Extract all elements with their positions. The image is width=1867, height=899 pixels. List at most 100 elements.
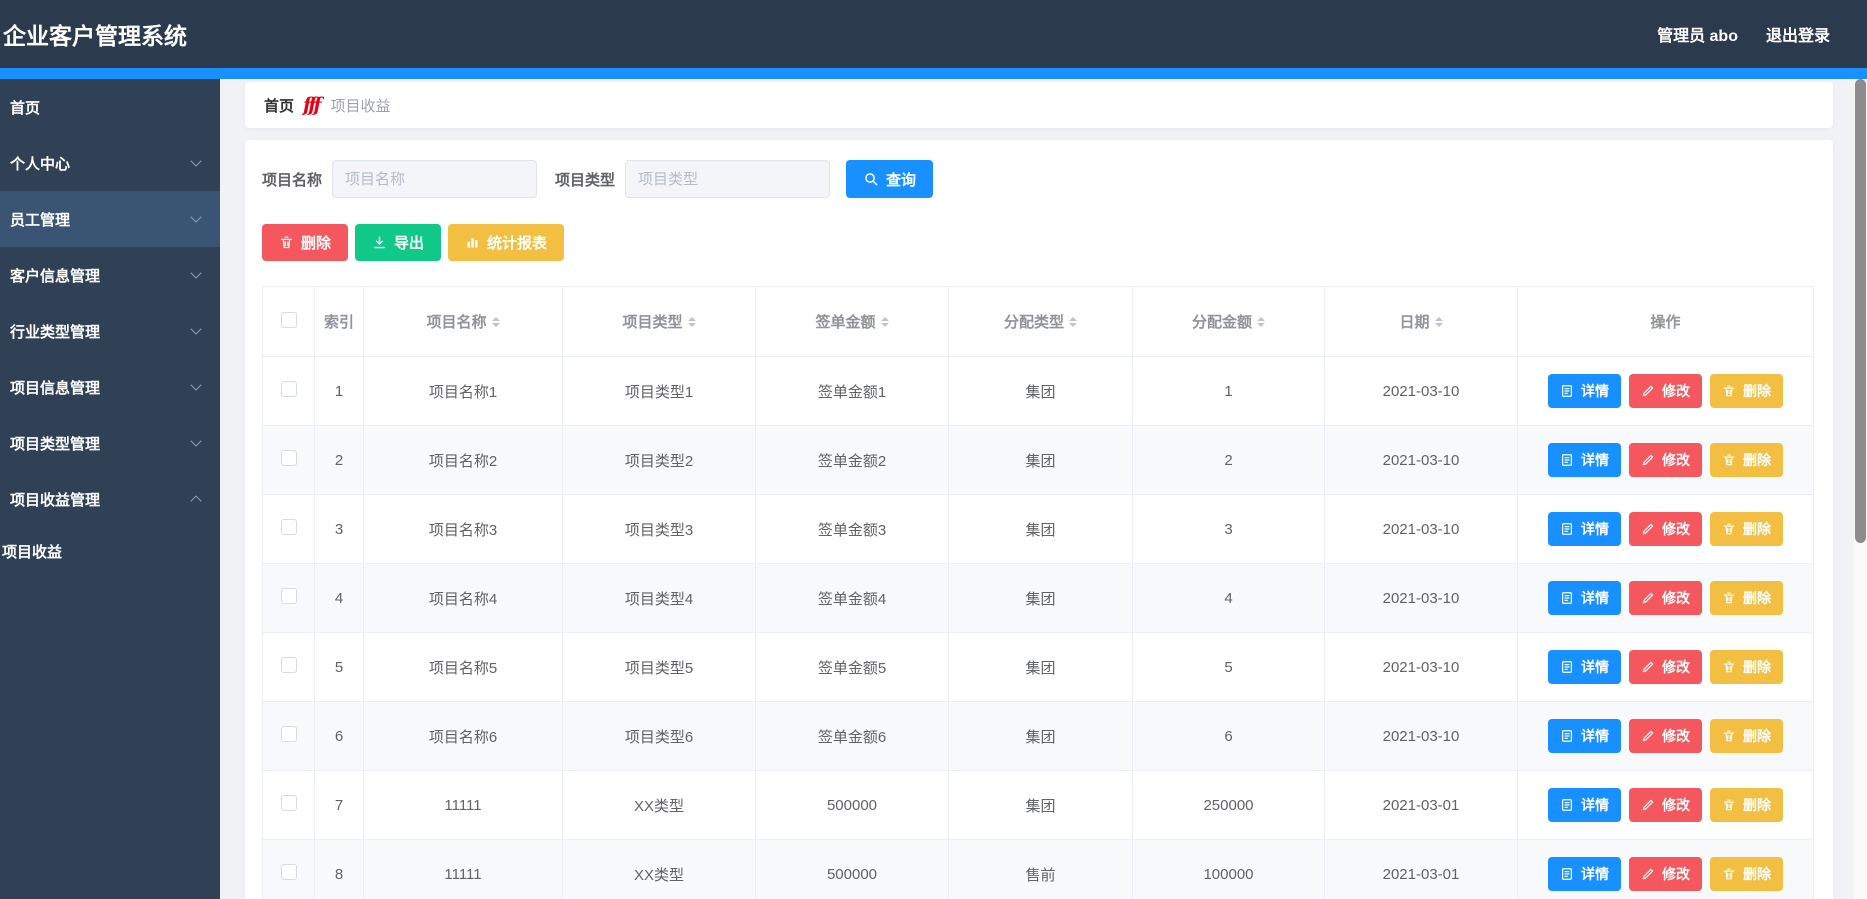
delete-row-button[interactable]: 删除 bbox=[1710, 719, 1783, 753]
edit-button-label: 修改 bbox=[1662, 728, 1690, 744]
delete-row-button-label: 删除 bbox=[1743, 728, 1771, 744]
delete-row-button[interactable]: 删除 bbox=[1710, 788, 1783, 822]
edit-button[interactable]: 修改 bbox=[1629, 374, 1702, 408]
sort-icon[interactable] bbox=[880, 313, 889, 331]
delete-button[interactable]: 删除 bbox=[262, 224, 349, 261]
delete-row-button[interactable]: 删除 bbox=[1710, 443, 1783, 477]
edit-button[interactable]: 修改 bbox=[1629, 443, 1702, 477]
row-checkbox[interactable] bbox=[280, 657, 297, 673]
row-checkbox[interactable] bbox=[280, 381, 297, 397]
app-title: 企业客户管理系统 bbox=[3, 23, 187, 49]
edit-button[interactable]: 修改 bbox=[1629, 857, 1702, 891]
cell-alloc-amount: 100000 bbox=[1132, 839, 1325, 899]
cell-sign-amount: 签单金额2 bbox=[755, 425, 949, 495]
breadcrumb: 首页 fff 项目收益 bbox=[245, 82, 1833, 128]
chevron-down-icon bbox=[190, 211, 202, 223]
delete-row-button[interactable]: 删除 bbox=[1710, 581, 1783, 615]
cell-alloc-type: 集团 bbox=[948, 563, 1133, 633]
row-checkbox-cell bbox=[262, 701, 315, 771]
sort-icon[interactable] bbox=[1434, 313, 1443, 331]
sidebar-item-label: 行业类型管理 bbox=[10, 323, 101, 341]
sidebar-subitem-label: 项目收益 bbox=[2, 543, 63, 561]
table-row: 6 项目名称6 项目类型6 签单金额6 集团 6 2021-03-10 详情 修… bbox=[262, 701, 1814, 771]
cell-alloc-type: 集团 bbox=[948, 356, 1133, 426]
project-revenue-table: 索引 项目名称 项目类型 签单金额 分配类型 分配金额 日期 操作 1 项目名称… bbox=[262, 286, 1814, 899]
delete-row-button-label: 删除 bbox=[1743, 452, 1771, 468]
edit-button[interactable]: 修改 bbox=[1629, 788, 1702, 822]
cell-index: 2 bbox=[314, 425, 364, 495]
detail-button[interactable]: 详情 bbox=[1548, 581, 1621, 615]
edit-button[interactable]: 修改 bbox=[1629, 512, 1702, 546]
chevron-down-icon bbox=[190, 435, 202, 447]
header-label: 日期 bbox=[1399, 314, 1430, 331]
cell-project-name: 项目名称3 bbox=[363, 494, 563, 564]
detail-button[interactable]: 详情 bbox=[1548, 512, 1621, 546]
sidebar-item-personal-center[interactable]: 个人中心 bbox=[0, 135, 220, 191]
detail-button[interactable]: 详情 bbox=[1548, 719, 1621, 753]
sidebar-item-project-type-management[interactable]: 项目类型管理 bbox=[0, 415, 220, 471]
trash-icon bbox=[1723, 592, 1735, 604]
trash-icon bbox=[1723, 799, 1735, 811]
edit-button[interactable]: 修改 bbox=[1629, 581, 1702, 615]
query-button[interactable]: 查询 bbox=[846, 160, 934, 198]
search-icon bbox=[865, 173, 878, 186]
detail-button-label: 详情 bbox=[1581, 590, 1609, 606]
delete-row-button[interactable]: 删除 bbox=[1710, 650, 1783, 684]
sort-icon[interactable] bbox=[1069, 313, 1077, 331]
current-user-label[interactable]: 管理员 abo bbox=[1657, 22, 1738, 46]
sort-icon[interactable] bbox=[1257, 313, 1265, 331]
cell-project-type: 项目类型1 bbox=[562, 356, 756, 426]
row-checkbox[interactable] bbox=[280, 588, 297, 604]
document-icon bbox=[1562, 868, 1572, 880]
breadcrumb-home[interactable]: 首页 bbox=[264, 95, 294, 116]
detail-button[interactable]: 详情 bbox=[1548, 788, 1621, 822]
sidebar-item-project-revenue-management[interactable]: 项目收益管理 bbox=[0, 471, 220, 527]
row-checkbox[interactable] bbox=[280, 519, 297, 535]
cell-project-type: 项目类型5 bbox=[562, 632, 756, 702]
row-checkbox[interactable] bbox=[280, 726, 297, 742]
sidebar-item-customer-info-management[interactable]: 客户信息管理 bbox=[0, 247, 220, 303]
sort-icon[interactable] bbox=[687, 313, 696, 331]
sidebar-item-industry-type-management[interactable]: 行业类型管理 bbox=[0, 303, 220, 359]
sidebar-item-project-info-management[interactable]: 项目信息管理 bbox=[0, 359, 220, 415]
cell-alloc-type: 售前 bbox=[948, 839, 1133, 899]
cell-index: 5 bbox=[314, 632, 364, 702]
chevron-up-icon bbox=[190, 495, 202, 507]
row-checkbox[interactable] bbox=[280, 795, 297, 811]
trash-icon bbox=[1723, 454, 1735, 466]
navbar-right: 管理员 abo 退出登录 bbox=[1657, 22, 1830, 46]
header-label: 签单金额 bbox=[815, 314, 876, 331]
sidebar-subitem-project-revenue[interactable]: 项目收益 bbox=[0, 527, 220, 575]
sidebar-item-label: 客户信息管理 bbox=[10, 267, 101, 285]
detail-button[interactable]: 详情 bbox=[1548, 374, 1621, 408]
logout-link[interactable]: 退出登录 bbox=[1766, 22, 1830, 46]
document-icon bbox=[1562, 385, 1572, 397]
export-button[interactable]: 导出 bbox=[355, 224, 442, 261]
delete-row-button[interactable]: 删除 bbox=[1710, 512, 1783, 546]
detail-button[interactable]: 详情 bbox=[1548, 650, 1621, 684]
row-checkbox[interactable] bbox=[280, 864, 297, 880]
sidebar-item-employee-management[interactable]: 员工管理 bbox=[0, 191, 220, 247]
detail-button[interactable]: 详情 bbox=[1548, 857, 1621, 891]
cell-project-name: 项目名称6 bbox=[363, 701, 563, 771]
detail-button[interactable]: 详情 bbox=[1548, 443, 1621, 477]
select-all-checkbox[interactable] bbox=[280, 311, 297, 328]
cell-actions: 详情 修改 删除 bbox=[1517, 632, 1814, 702]
sidebar-item-label: 员工管理 bbox=[10, 211, 71, 229]
edit-button[interactable]: 修改 bbox=[1629, 719, 1702, 753]
cell-alloc-amount: 4 bbox=[1132, 563, 1325, 633]
row-checkbox[interactable] bbox=[280, 450, 297, 466]
sort-icon[interactable] bbox=[491, 313, 500, 331]
project-type-input[interactable] bbox=[625, 160, 831, 198]
cell-project-type: 项目类型3 bbox=[562, 494, 756, 564]
delete-row-button[interactable]: 删除 bbox=[1710, 374, 1783, 408]
edit-button[interactable]: 修改 bbox=[1629, 650, 1702, 684]
report-button[interactable]: 统计报表 bbox=[448, 224, 565, 261]
report-button-label: 统计报表 bbox=[487, 235, 548, 252]
scrollbar-thumb[interactable] bbox=[1855, 79, 1866, 543]
cell-alloc-amount: 6 bbox=[1132, 701, 1325, 771]
delete-row-button[interactable]: 删除 bbox=[1710, 857, 1783, 891]
download-icon bbox=[374, 236, 385, 249]
project-name-input[interactable] bbox=[332, 160, 538, 198]
sidebar-item-home[interactable]: 首页 bbox=[0, 79, 220, 135]
